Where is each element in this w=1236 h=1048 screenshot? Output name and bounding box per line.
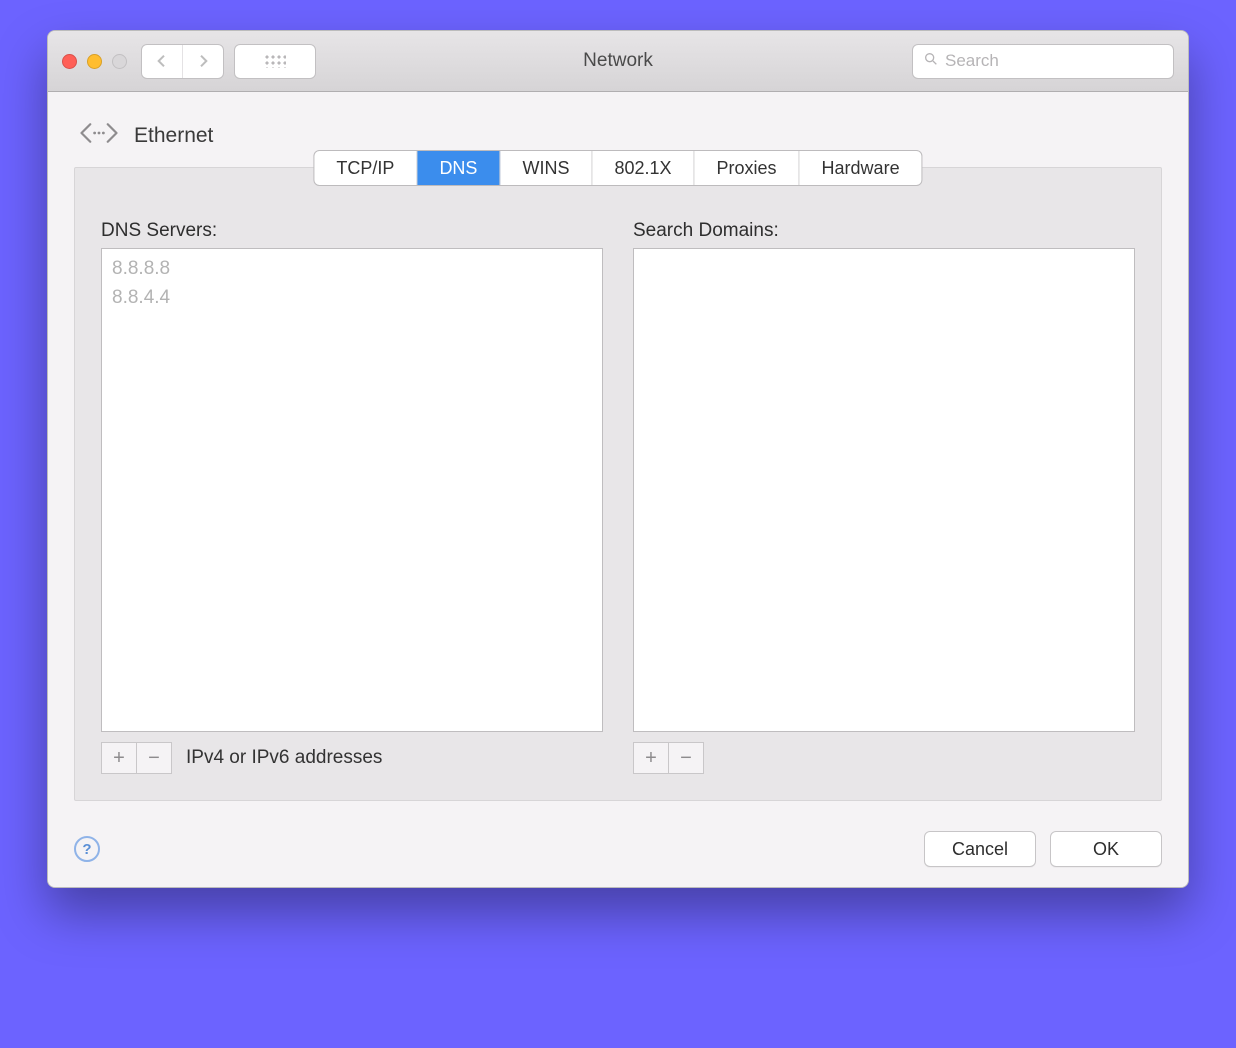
search-domains-column: Search Domains: + −: [633, 220, 1135, 774]
domains-remove-button[interactable]: −: [668, 743, 703, 773]
tab-tcpip[interactable]: TCP/IP: [314, 151, 417, 185]
domains-add-remove: + −: [633, 742, 704, 774]
domains-add-button[interactable]: +: [634, 743, 668, 773]
forward-button[interactable]: [182, 45, 223, 78]
dns-servers-label: DNS Servers:: [101, 220, 603, 242]
dns-add-button[interactable]: +: [102, 743, 136, 773]
settings-panel: TCP/IPDNSWINS802.1XProxiesHardware DNS S…: [74, 167, 1162, 801]
ethernet-icon: [78, 118, 120, 153]
minimize-window-button[interactable]: [87, 54, 102, 69]
search-domains-label: Search Domains:: [633, 220, 1135, 242]
close-window-button[interactable]: [62, 54, 77, 69]
search-placeholder: Search: [945, 51, 999, 71]
search-field[interactable]: Search: [912, 44, 1174, 79]
cancel-button[interactable]: Cancel: [924, 831, 1036, 867]
tab-dns[interactable]: DNS: [417, 151, 500, 185]
dns-server-entry[interactable]: 8.8.8.8: [110, 255, 594, 284]
titlebar: Network Search: [48, 31, 1188, 92]
connection-header: Ethernet: [78, 118, 1162, 153]
dns-servers-list[interactable]: 8.8.8.88.8.4.4: [101, 248, 603, 732]
settings-tabs: TCP/IPDNSWINS802.1XProxiesHardware: [313, 150, 922, 186]
search-icon: [923, 51, 939, 72]
tab-hardware[interactable]: Hardware: [800, 151, 922, 185]
back-button[interactable]: [142, 45, 182, 78]
ok-button[interactable]: OK: [1050, 831, 1162, 867]
window-body: Ethernet TCP/IPDNSWINS802.1XProxiesHardw…: [48, 92, 1188, 887]
connection-name: Ethernet: [134, 124, 213, 148]
tab-8021x[interactable]: 802.1X: [592, 151, 694, 185]
dns-remove-button[interactable]: −: [136, 743, 171, 773]
dns-add-remove: + −: [101, 742, 172, 774]
show-all-prefs-button[interactable]: [234, 44, 316, 79]
tab-wins[interactable]: WINS: [500, 151, 592, 185]
network-preferences-window: Network Search Ethernet TCP/IPDNSWINS8: [47, 30, 1189, 888]
help-button[interactable]: ?: [74, 836, 100, 862]
nav-back-forward: [141, 44, 224, 79]
zoom-window-button: [112, 54, 127, 69]
dns-hint: IPv4 or IPv6 addresses: [186, 747, 382, 769]
dns-servers-column: DNS Servers: 8.8.8.88.8.4.4 + − IPv4 or …: [101, 220, 603, 774]
search-domains-list[interactable]: [633, 248, 1135, 732]
window-controls: [62, 54, 127, 69]
grid-icon: [264, 54, 286, 68]
tab-proxies[interactable]: Proxies: [695, 151, 800, 185]
dns-server-entry[interactable]: 8.8.4.4: [110, 284, 594, 313]
dialog-footer: ? Cancel OK: [74, 831, 1162, 867]
